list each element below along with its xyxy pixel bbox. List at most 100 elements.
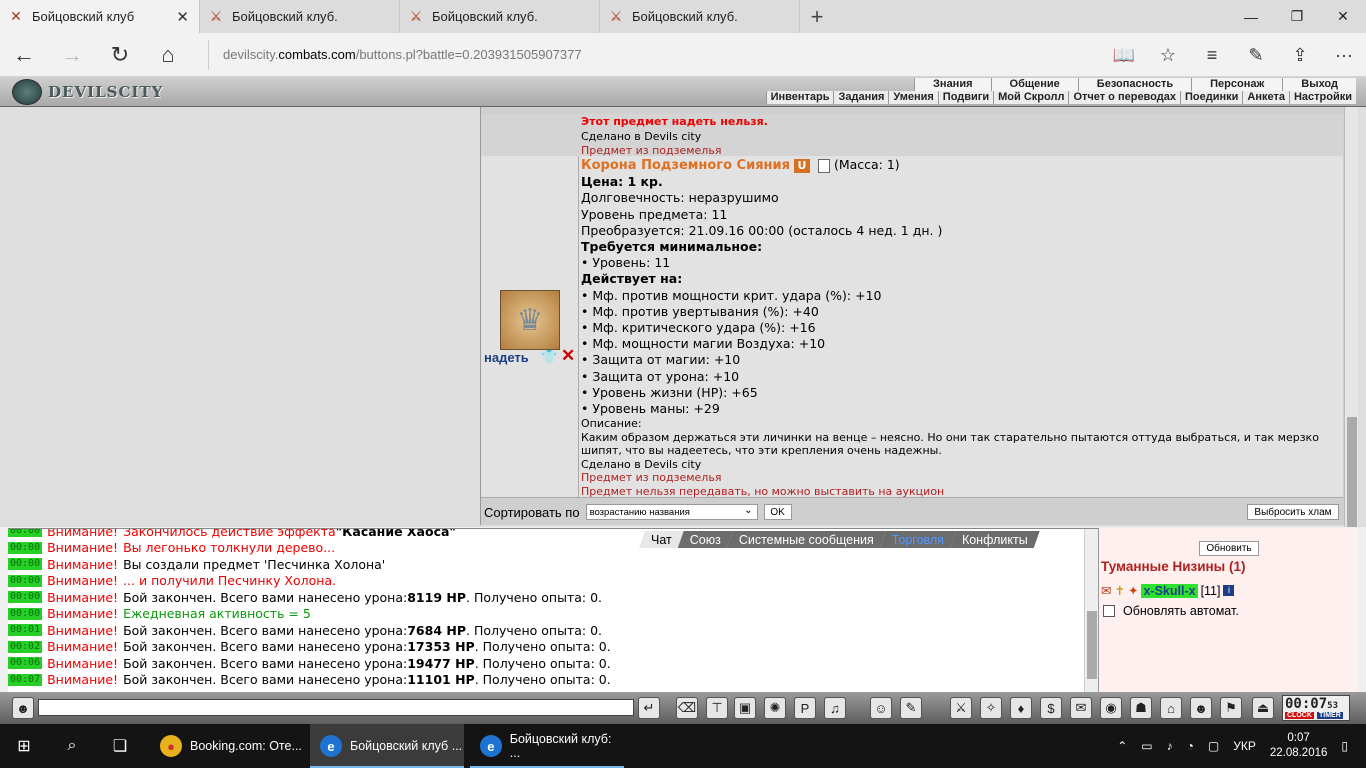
favorite-star-icon[interactable]: ☆: [1146, 33, 1190, 77]
chat-timestamp[interactable]: 00:00: [8, 558, 43, 571]
menu-knowledge[interactable]: Знания: [914, 78, 990, 91]
search-icon[interactable]: ⌕: [48, 724, 96, 768]
tab-trade[interactable]: Торговля: [880, 531, 956, 548]
smiley-icon[interactable]: ☺: [870, 697, 892, 719]
crown-item-image[interactable]: ♛: [500, 290, 560, 350]
translit-icon[interactable]: ✎: [900, 697, 922, 719]
tab-chat[interactable]: Чат: [639, 531, 684, 548]
submenu-settings[interactable]: Настройки: [1288, 91, 1356, 104]
hub-icon[interactable]: ≡: [1190, 33, 1234, 77]
forward-icon[interactable]: →: [48, 33, 96, 77]
shirt-icon[interactable]: 👕: [541, 349, 557, 365]
chat-timestamp[interactable]: 00:06: [8, 657, 43, 670]
tab-union[interactable]: Союз: [678, 531, 733, 548]
tab-conflicts[interactable]: Конфликты: [950, 531, 1040, 548]
chat-timestamp[interactable]: 00:01: [8, 624, 43, 637]
action-center-icon[interactable]: ▯: [1341, 739, 1348, 753]
menu-character[interactable]: Персонаж: [1191, 78, 1282, 91]
walk-icon[interactable]: ✺: [764, 697, 786, 719]
chat-timestamp[interactable]: 00:00: [8, 529, 43, 538]
browser-tab-1[interactable]: ✕ Бойцовский клуб ✕: [0, 0, 200, 33]
new-tab-button[interactable]: +: [800, 0, 834, 33]
sort-ok-button[interactable]: OK: [763, 504, 792, 520]
taskbar-app-booking[interactable]: ● Booking.com: Оте...: [150, 724, 304, 768]
browser-tab-2[interactable]: ⚔ Бойцовский клуб.: [200, 0, 400, 33]
address-bar[interactable]: devilscity. combats.com/buttons.pl?battle…: [208, 39, 1068, 70]
copy-icon[interactable]: [817, 158, 830, 173]
notifications-icon[interactable]: ▢: [1208, 739, 1219, 753]
private-icon[interactable]: P: [794, 697, 816, 719]
auto-refresh[interactable]: Обновлять автомат.: [1103, 604, 1239, 618]
refresh-icon[interactable]: ↻: [96, 33, 144, 77]
browser-tab-4[interactable]: ⚔ Бойцовский клуб.: [600, 0, 800, 33]
save-icon[interactable]: ▣: [734, 697, 756, 719]
submenu-inventory[interactable]: Инвентарь: [765, 91, 834, 104]
magic-icon[interactable]: ✧: [980, 697, 1002, 719]
menu-exit[interactable]: Выход: [1282, 78, 1356, 91]
chat-timestamp[interactable]: 00:00: [8, 574, 43, 587]
submenu-tasks[interactable]: Задания: [833, 91, 888, 104]
private-message-icon[interactable]: ✉: [1101, 583, 1111, 598]
language-indicator[interactable]: УКР: [1233, 739, 1256, 753]
scroll-thumb[interactable]: [1347, 417, 1357, 527]
discard-junk-button[interactable]: Выбросить хлам: [1247, 504, 1339, 520]
taskbar-app-combats-1[interactable]: e Бойцовский клуб ...: [310, 724, 464, 768]
microphone-icon[interactable]: ♫: [824, 697, 846, 719]
submenu-profile[interactable]: Анкета: [1242, 91, 1289, 104]
smile-head-icon[interactable]: ☻: [12, 697, 34, 719]
submenu-duels[interactable]: Поединки: [1179, 91, 1242, 104]
more-icon[interactable]: ···: [1322, 33, 1366, 77]
tab-system-messages[interactable]: Системные сообщения: [727, 531, 886, 548]
tab-close-icon[interactable]: ✕: [176, 8, 189, 26]
volume-icon[interactable]: ♪: [1167, 739, 1173, 753]
menu-communication[interactable]: Общение: [990, 78, 1078, 91]
exit-icon[interactable]: ⏏: [1252, 697, 1274, 719]
chat-timestamp[interactable]: 00:00: [8, 607, 43, 620]
home-icon[interactable]: ⌂: [144, 33, 192, 77]
taskbar-app-combats-2[interactable]: e Бойцовский клуб: ...: [470, 724, 624, 768]
refresh-button[interactable]: Обновить: [1199, 541, 1259, 556]
minimize-icon[interactable]: —: [1228, 0, 1274, 33]
windows-start-icon[interactable]: ⊞: [0, 724, 48, 768]
submenu-transfer-report[interactable]: Отчет о переводах: [1068, 91, 1180, 104]
scroll-icon[interactable]: ✉: [1070, 697, 1092, 719]
tray-clock[interactable]: 0:07 22.08.2016: [1270, 731, 1328, 761]
share-icon[interactable]: ⇪: [1278, 33, 1322, 77]
player-nick[interactable]: x-Skull-x: [1141, 583, 1198, 598]
network-icon[interactable]: ▭: [1141, 739, 1152, 753]
back-icon[interactable]: ←: [0, 33, 48, 77]
chat-timestamp[interactable]: 00:07: [8, 673, 43, 686]
window-close-icon[interactable]: ✕: [1320, 0, 1366, 33]
put-on-link[interactable]: надеть: [484, 350, 529, 365]
reading-view-icon[interactable]: 📖: [1102, 33, 1146, 77]
web-note-icon[interactable]: ✎: [1234, 33, 1278, 77]
sort-select[interactable]: возрастанию названия ⌄: [585, 504, 758, 520]
submenu-skills[interactable]: Умения: [888, 91, 937, 104]
battle-icon[interactable]: ⚔: [950, 697, 972, 719]
info-icon[interactable]: i: [1223, 585, 1235, 596]
chat-timestamp[interactable]: 00:02: [8, 640, 43, 653]
tray-chevron-up-icon[interactable]: ⌃: [1117, 739, 1127, 753]
helmet-icon[interactable]: ◉: [1100, 697, 1122, 719]
restore-icon[interactable]: ❐: [1274, 0, 1320, 33]
chat-timestamp[interactable]: 00:00: [8, 541, 43, 554]
eraser-icon[interactable]: ⌫: [676, 697, 698, 719]
task-view-icon[interactable]: ❏: [96, 724, 144, 768]
chat-scroll-thumb[interactable]: [1087, 611, 1097, 679]
menu-security[interactable]: Безопасность: [1077, 78, 1191, 91]
filter-icon[interactable]: ⊤: [706, 697, 728, 719]
chat-input[interactable]: [38, 699, 634, 716]
item-name-link[interactable]: Корона Подземного Сияния: [581, 158, 790, 173]
submenu-feats[interactable]: Подвиги: [937, 91, 993, 104]
chat-scrollbar[interactable]: [1084, 529, 1098, 692]
chat-timestamp[interactable]: 00:00: [8, 591, 43, 604]
wifi-icon[interactable]: ◔: [1187, 739, 1194, 753]
enter-icon[interactable]: ↵: [638, 697, 660, 719]
flag-icon[interactable]: ⚑: [1220, 697, 1242, 719]
mask-icon[interactable]: ☗: [1130, 697, 1152, 719]
main-scrollbar[interactable]: [1344, 107, 1358, 527]
bag-icon[interactable]: ♦: [1010, 697, 1032, 719]
auto-refresh-checkbox[interactable]: [1103, 605, 1115, 617]
submenu-my-scroll[interactable]: Мой Скролл: [993, 91, 1068, 104]
delete-icon[interactable]: ✕: [561, 346, 575, 366]
